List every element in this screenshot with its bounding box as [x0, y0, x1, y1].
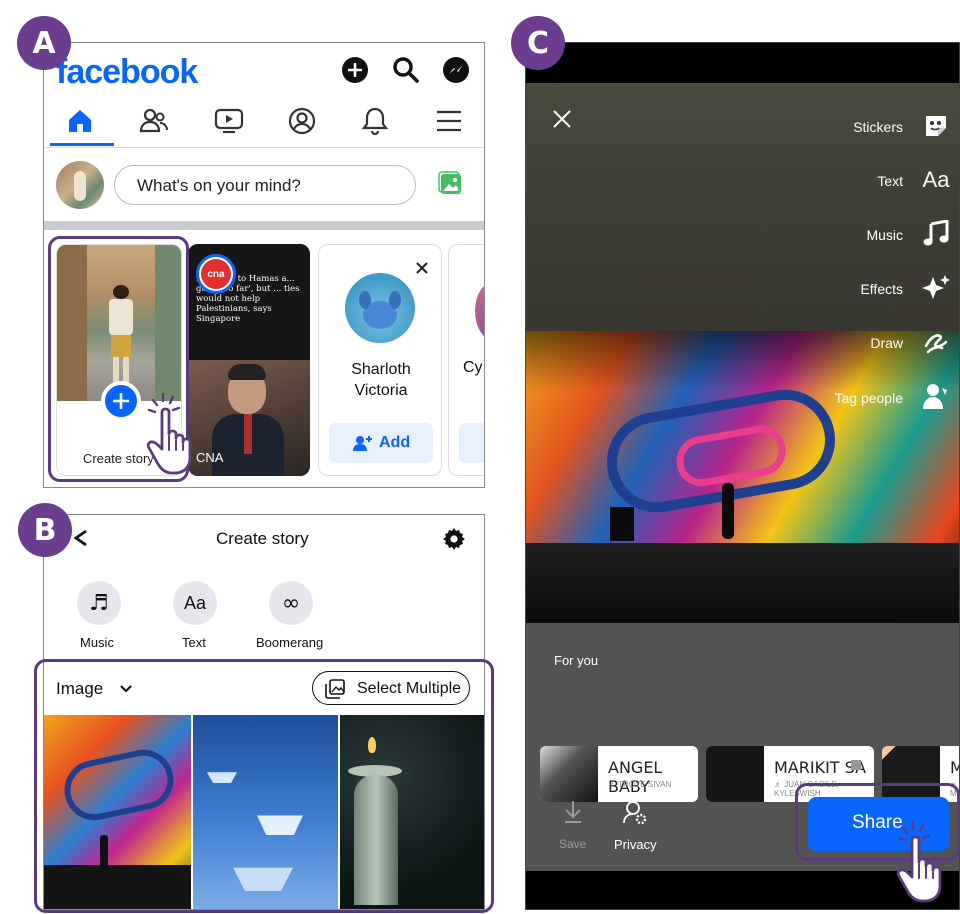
- nav-profile-icon[interactable]: [288, 107, 316, 135]
- gallery-image-paper-boats[interactable]: [193, 715, 338, 909]
- editor-top-bar: [526, 43, 959, 83]
- close-editor-icon[interactable]: [552, 109, 572, 129]
- nav-video-icon[interactable]: [214, 107, 244, 135]
- song-card-3[interactable]: M ♬ M: [882, 746, 959, 802]
- mode-text-label: Text: [182, 635, 206, 650]
- news-source-logo: cna: [207, 268, 225, 280]
- mode-boomerang-label: Boomerang: [256, 635, 324, 650]
- user-avatar[interactable]: [56, 161, 104, 209]
- for-you-label: For you: [554, 653, 599, 668]
- mode-text-button[interactable]: Aa: [173, 581, 217, 625]
- friend-avatar[interactable]: [345, 273, 415, 343]
- panel-c-story-editor: Stickers Text Aa Music Effects Draw Tag …: [525, 42, 960, 910]
- gallery-filter-label: Image: [56, 679, 104, 698]
- badge-c: C: [511, 16, 565, 70]
- tag-people-icon[interactable]: [919, 379, 953, 413]
- song-thumb-3: [882, 746, 940, 802]
- privacy-gear-icon[interactable]: [622, 799, 648, 825]
- select-multiple-button[interactable]: Select Multiple: [312, 671, 470, 705]
- tool-stickers-label: Stickers: [853, 119, 903, 135]
- tool-effects-label: Effects: [860, 281, 903, 297]
- settings-gear-icon[interactable]: [442, 527, 466, 551]
- back-arrow-icon[interactable]: [72, 529, 88, 547]
- save-label[interactable]: Save: [559, 837, 586, 851]
- music-tool-icon[interactable]: [919, 217, 953, 251]
- song-thumb-2: [706, 746, 764, 802]
- nav-notifications-icon[interactable]: [361, 106, 389, 136]
- nav-friends-icon[interactable]: [139, 107, 169, 135]
- create-plus-icon[interactable]: [342, 57, 368, 83]
- add-friend-icon: [353, 436, 372, 451]
- nav-menu-icon[interactable]: [436, 110, 462, 132]
- add-friend-button[interactable]: Add: [329, 423, 433, 463]
- news-source-avatar: cna: [196, 254, 236, 294]
- song-artist-2: ♬ JUAN CAOILE, KYLESWISH: [774, 780, 839, 798]
- panel-a-facebook-home: facebook What's on your mind? Create sto…: [43, 42, 485, 488]
- story-photo-mural[interactable]: [526, 331, 959, 623]
- song-card-1[interactable]: ANGEL BABY ♬ TROYE SIVAN: [540, 746, 698, 802]
- nav-divider: [44, 147, 484, 148]
- panel-b-create-story: Create story ♬ Music Aa Text ∞ Boomerang…: [43, 514, 485, 910]
- song-artist-3: ♬ M: [950, 780, 958, 798]
- friend-name: Sharloth Victoria: [351, 361, 411, 399]
- partial-add-button[interactable]: [459, 423, 484, 463]
- tool-tag-people-label: Tag people: [834, 390, 903, 406]
- stickers-icon[interactable]: [919, 109, 953, 143]
- tool-text-label: Text: [877, 173, 903, 189]
- tap-hand-icon: [145, 392, 207, 476]
- photo-icon[interactable]: [438, 171, 464, 197]
- select-multiple-label: Select Multiple: [357, 680, 462, 697]
- effects-sparkle-icon[interactable]: [919, 271, 953, 305]
- infinity-icon: ∞: [281, 590, 301, 616]
- music-note-icon: ♬: [89, 590, 109, 616]
- create-story-title: Create story: [216, 529, 309, 548]
- song-title-1: ANGEL BABY: [608, 758, 663, 796]
- save-download-icon[interactable]: [563, 800, 583, 824]
- section-divider: [44, 221, 484, 230]
- friend-suggestion-card[interactable]: Sharloth Victoria Add: [318, 244, 442, 476]
- text-aa-tool-icon[interactable]: Aa: [919, 163, 953, 197]
- partial-friend-avatar: [475, 281, 484, 341]
- messenger-icon[interactable]: [443, 57, 469, 83]
- mode-music-label: Music: [80, 635, 114, 650]
- create-story-plus-icon[interactable]: [101, 381, 141, 421]
- composer-placeholder: What's on your mind?: [137, 176, 301, 195]
- partial-friend-name: Cy: [463, 359, 483, 376]
- nav-home-icon[interactable]: [66, 107, 94, 135]
- privacy-label[interactable]: Privacy: [614, 837, 657, 852]
- tool-draw-label: Draw: [870, 335, 903, 351]
- gallery-image-candle[interactable]: [340, 715, 484, 909]
- text-aa-tool-glyph: Aa: [922, 167, 950, 192]
- select-multiple-icon: [325, 679, 345, 699]
- draw-squiggle-icon[interactable]: [919, 325, 953, 359]
- song-artist-1: ♬ TROYE SIVAN: [608, 780, 672, 789]
- facebook-logo: facebook: [56, 53, 198, 91]
- tap-hand-share-icon: [895, 820, 957, 904]
- friend-suggestion-card-partial[interactable]: Cy: [448, 244, 484, 476]
- text-aa-icon: Aa: [183, 592, 207, 613]
- gallery-image-mural[interactable]: [44, 715, 191, 909]
- chevron-down-icon: [120, 685, 132, 693]
- song-card-2[interactable]: MARIKIT SA ♬ JUAN CAOILE, KYLESWISH: [706, 746, 874, 802]
- song-title-3: M: [950, 758, 959, 777]
- badge-a: A: [17, 16, 71, 70]
- mode-music-button[interactable]: ♬: [77, 581, 121, 625]
- badge-b: B: [18, 503, 72, 557]
- create-story-photo: [57, 245, 181, 401]
- dismiss-close-icon[interactable]: [415, 261, 429, 275]
- explicit-badge: [851, 760, 861, 770]
- add-friend-label: Add: [379, 434, 411, 451]
- mode-boomerang-button[interactable]: ∞: [269, 581, 313, 625]
- song-thumb-1: [540, 746, 598, 802]
- create-story-label: Create story: [83, 451, 154, 466]
- nav-home-underline: [50, 143, 114, 146]
- composer-input[interactable]: What's on your mind?: [114, 165, 416, 205]
- search-icon[interactable]: [392, 56, 420, 84]
- tool-music-label: Music: [866, 227, 903, 243]
- gallery-filter-dropdown[interactable]: Image: [56, 677, 146, 701]
